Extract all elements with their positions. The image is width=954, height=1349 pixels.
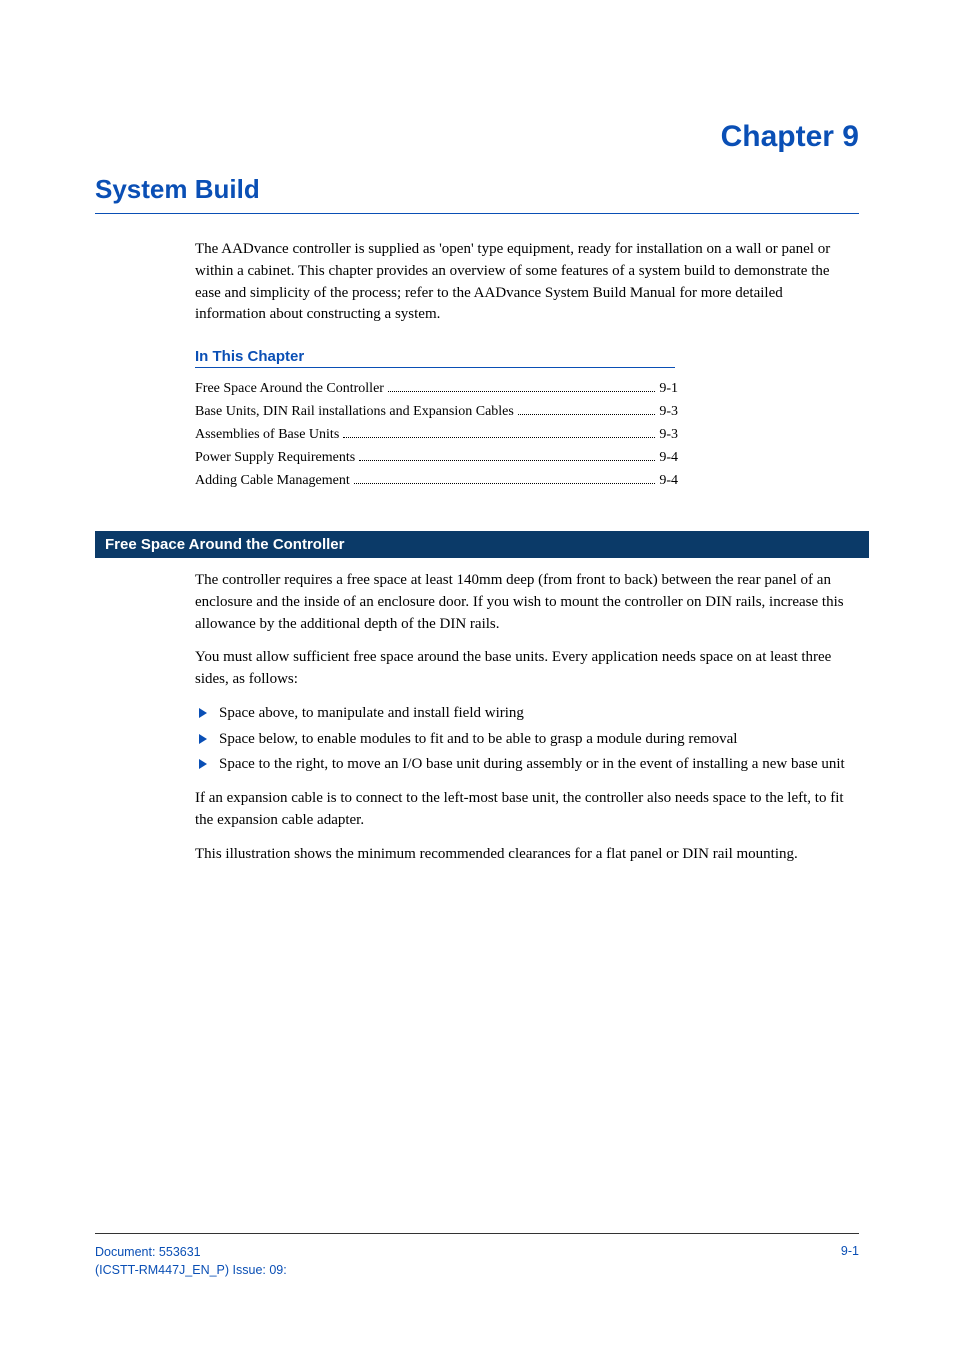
toc-entry: Power Supply Requirements 9-4 — [195, 447, 678, 468]
toc-entry-page: 9-4 — [659, 470, 678, 491]
page-footer: Document: 553631 (ICSTT-RM447J_EN_P) Iss… — [95, 1244, 859, 1279]
title-divider — [95, 213, 859, 214]
toc-leader — [354, 473, 656, 484]
footer-document-number: Document: 553631 — [95, 1244, 287, 1262]
toc-entry: Base Units, DIN Rail installations and E… — [195, 401, 678, 422]
toc-entry: Adding Cable Management 9-4 — [195, 470, 678, 491]
footer-page-number: 9-1 — [841, 1244, 859, 1279]
toc-leader — [388, 381, 655, 392]
toc-leader — [518, 404, 655, 415]
toc-entry-page: 9-3 — [659, 401, 678, 422]
body-paragraph: This illustration shows the minimum reco… — [195, 844, 854, 866]
toc-entry-label: Power Supply Requirements — [195, 447, 355, 468]
toc-leader — [359, 450, 655, 461]
toc-entry: Assemblies of Base Units 9-3 — [195, 424, 678, 445]
table-of-contents: Free Space Around the Controller 9-1 Bas… — [195, 378, 678, 491]
toc-entry: Free Space Around the Controller 9-1 — [195, 378, 678, 399]
body-paragraph: If an expansion cable is to connect to t… — [195, 788, 854, 832]
toc-entry-page: 9-3 — [659, 424, 678, 445]
toc-heading: In This Chapter — [195, 348, 675, 368]
list-item: Space above, to manipulate and install f… — [195, 703, 854, 725]
body-paragraph: The controller requires a free space at … — [195, 570, 854, 635]
chapter-label: Chapter 9 — [95, 120, 859, 154]
body-paragraph: You must allow sufficient free space aro… — [195, 647, 854, 691]
toc-leader — [343, 427, 655, 438]
footer-issue: (ICSTT-RM447J_EN_P) Issue: 09: — [95, 1262, 287, 1280]
toc-entry-page: 9-4 — [659, 447, 678, 468]
footer-document-info: Document: 553631 (ICSTT-RM447J_EN_P) Iss… — [95, 1244, 287, 1279]
list-item: Space below, to enable modules to fit an… — [195, 729, 854, 751]
footer-divider — [95, 1233, 859, 1234]
toc-entry-label: Assemblies of Base Units — [195, 424, 339, 445]
toc-entry-label: Adding Cable Management — [195, 470, 350, 491]
toc-entry-label: Free Space Around the Controller — [195, 378, 384, 399]
list-item: Space to the right, to move an I/O base … — [195, 754, 854, 776]
toc-entry-page: 9-1 — [659, 378, 678, 399]
intro-paragraph: The AADvance controller is supplied as '… — [195, 239, 854, 326]
toc-entry-label: Base Units, DIN Rail installations and E… — [195, 401, 514, 422]
bullet-list: Space above, to manipulate and install f… — [195, 703, 854, 776]
section-heading-bar: Free Space Around the Controller — [95, 531, 869, 558]
chapter-title: System Build — [95, 174, 859, 205]
